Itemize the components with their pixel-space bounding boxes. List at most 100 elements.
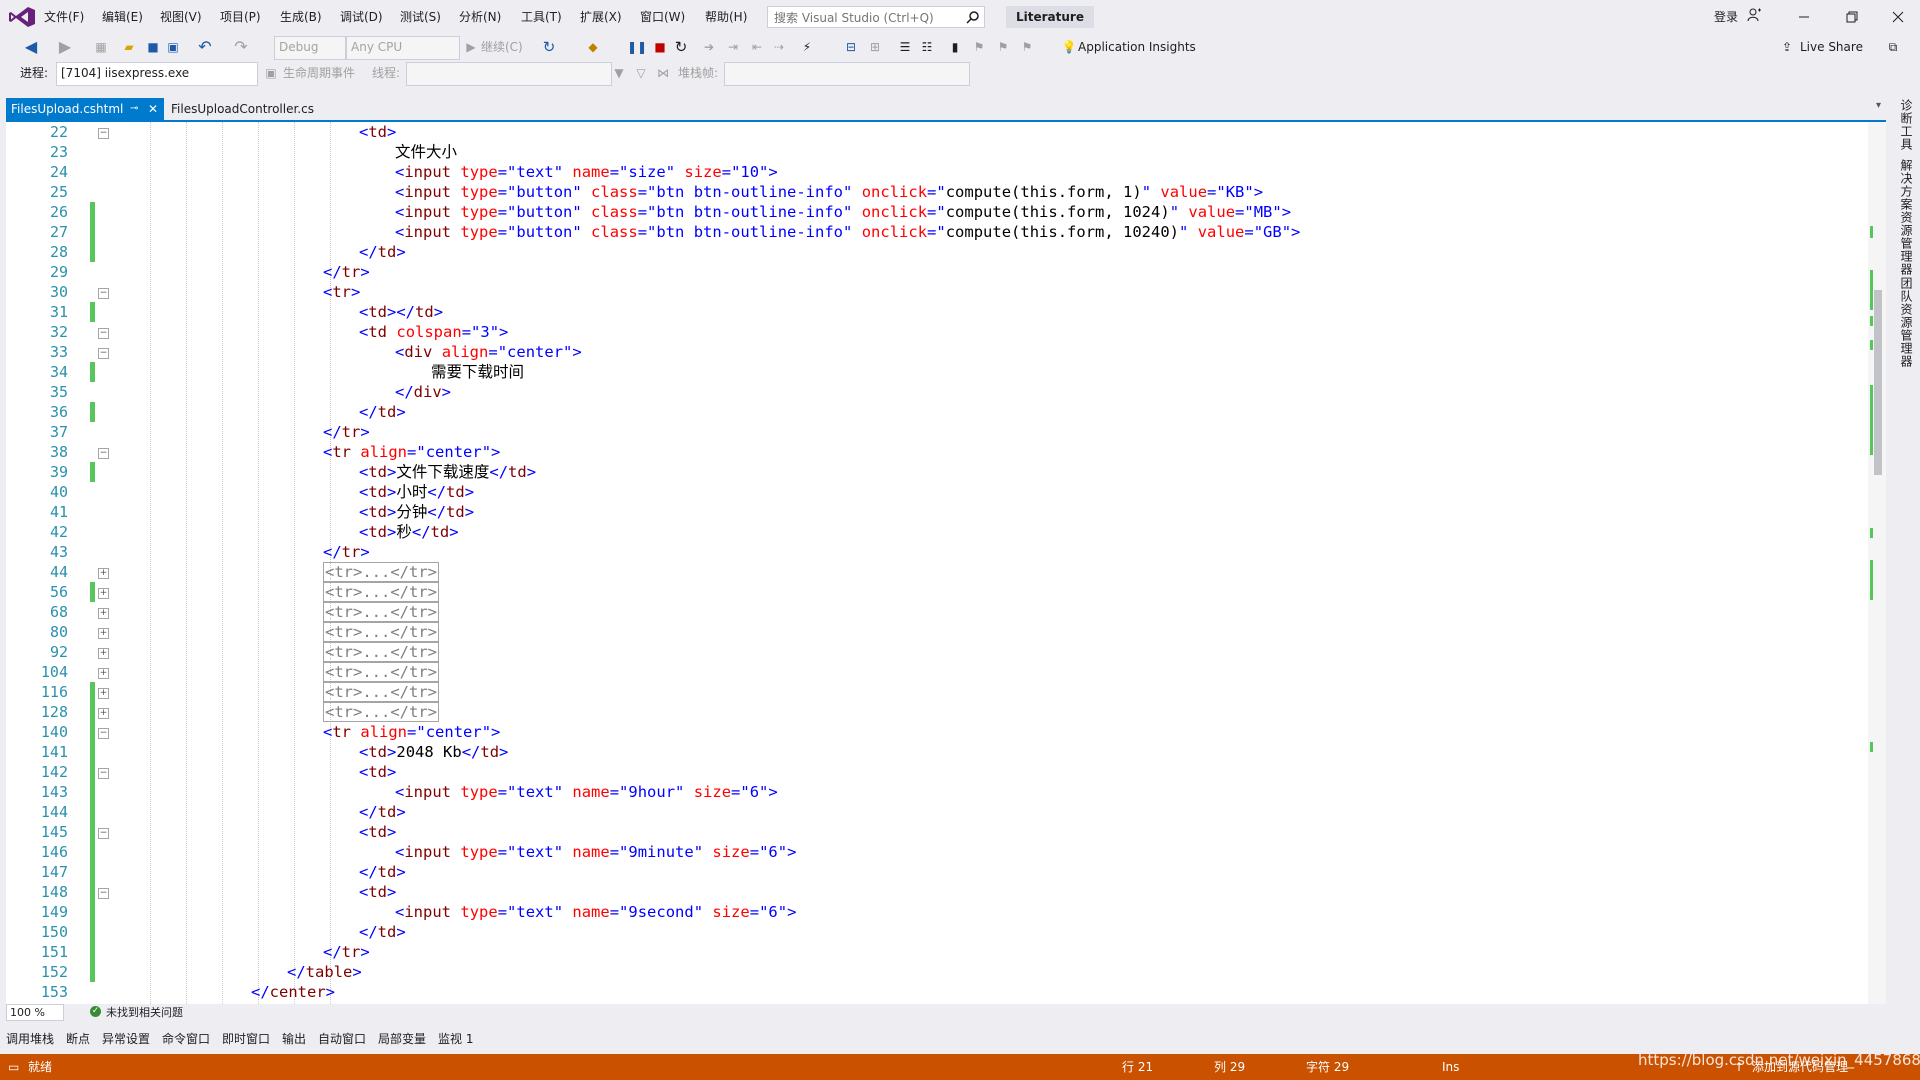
filter-threads-icon[interactable]: ▼ — [610, 64, 628, 82]
tab-exception-settings[interactable]: 异常设置 — [102, 1030, 150, 1048]
issues-status[interactable]: 未找到相关问题 — [106, 1005, 183, 1020]
continue-icon[interactable]: ▶ — [462, 38, 480, 56]
collapsed-region[interactable]: <tr>...</tr> — [323, 662, 439, 682]
continue-button[interactable]: 继续(C) — [481, 38, 523, 56]
pause-icon[interactable]: ❚❚ — [627, 38, 647, 56]
collapsed-region[interactable]: <tr>...</tr> — [323, 642, 439, 662]
fold-toggle[interactable]: − — [98, 768, 109, 779]
next-bookmark-icon[interactable]: ⚑ — [994, 38, 1012, 56]
collapsed-region[interactable]: <tr>...</tr> — [323, 622, 439, 642]
sign-in-link[interactable]: 登录 — [1714, 8, 1738, 25]
menu-file[interactable]: 文件(F) — [44, 9, 84, 25]
clear-bookmarks-icon[interactable]: ⚑ — [1018, 38, 1036, 56]
tab-team-explorer[interactable]: 团队资源管理器 — [1898, 277, 1915, 368]
code-editor[interactable]: 22 23 24 25 26 27 28 29 30 31 32 33 34 35 36 37 38 39 40 41… — [6, 122, 1868, 1004]
outdent-icon[interactable]: ☷ — [918, 38, 936, 56]
stop-icon[interactable]: ■ — [651, 38, 669, 56]
menu-project[interactable]: 项目(P) — [220, 9, 261, 25]
fold-toggle[interactable]: − — [98, 448, 109, 459]
restart-icon[interactable]: ↻ — [672, 38, 690, 56]
tab-autos[interactable]: 自动窗口 — [318, 1030, 366, 1048]
user-icon[interactable] — [1746, 7, 1762, 23]
new-project-icon[interactable]: ▦ — [92, 38, 110, 56]
pin-icon[interactable]: ⊸ — [130, 98, 138, 120]
status-line[interactable]: 行 21 — [1122, 1059, 1153, 1075]
indent-icon[interactable]: ☰ — [896, 38, 914, 56]
status-ins[interactable]: Ins — [1442, 1059, 1459, 1075]
fold-toggle[interactable]: + — [98, 628, 109, 639]
tab-solution-explorer[interactable]: 解决方案资源管理器 — [1898, 159, 1915, 276]
menu-edit[interactable]: 编辑(E) — [102, 9, 143, 25]
fold-toggle[interactable]: − — [98, 728, 109, 739]
restore-button[interactable] — [1832, 4, 1872, 30]
close-window-button[interactable] — [1878, 4, 1918, 30]
menu-help[interactable]: 帮助(H) — [705, 9, 747, 25]
fold-toggle[interactable]: + — [98, 708, 109, 719]
collapsed-region[interactable]: <tr>...</tr> — [323, 562, 439, 582]
collapsed-region[interactable]: <tr>...</tr> — [323, 582, 439, 602]
tab-immediate-window[interactable]: 即时窗口 — [222, 1030, 270, 1048]
step-over-icon[interactable]: ⇥ — [724, 38, 742, 56]
open-file-icon[interactable]: ▰ — [120, 38, 138, 56]
zoom-select[interactable]: 100 % — [6, 1004, 64, 1021]
comment-icon[interactable]: ⊞ — [866, 38, 884, 56]
find-in-files-icon[interactable]: ⊟ — [842, 38, 860, 56]
process-select[interactable]: [7104] iisexpress.exe — [56, 62, 258, 86]
collapsed-region[interactable]: <tr>...</tr> — [323, 602, 439, 622]
fold-toggle[interactable]: + — [98, 588, 109, 599]
search-input[interactable] — [768, 8, 964, 28]
fold-toggle[interactable]: − — [98, 128, 109, 139]
flag-threads-icon[interactable]: ▽ — [632, 64, 650, 82]
tab-breakpoints[interactable]: 断点 — [66, 1030, 90, 1048]
undo-icon[interactable]: ↶ — [196, 38, 214, 56]
tab-overflow-icon[interactable]: ▾ — [1876, 100, 1881, 111]
menu-debug[interactable]: 调试(D) — [340, 9, 383, 25]
menu-extensions[interactable]: 扩展(X) — [580, 9, 622, 25]
navigate-forward-icon[interactable]: ▶ — [56, 38, 74, 56]
bookmark-icon[interactable]: ▮ — [946, 38, 964, 56]
tab-watch-1[interactable]: 监视 1 — [438, 1030, 473, 1048]
fold-toggle[interactable]: + — [98, 608, 109, 619]
show-threads-icon[interactable]: ⋈ — [654, 64, 672, 82]
fold-toggle[interactable]: − — [98, 888, 109, 899]
fold-toggle[interactable]: − — [98, 328, 109, 339]
save-icon[interactable]: ■ — [144, 38, 162, 56]
fold-toggle[interactable]: − — [98, 288, 109, 299]
scrollbar-thumb[interactable] — [1874, 290, 1882, 475]
menu-test[interactable]: 测试(S) — [400, 9, 441, 25]
fold-toggle[interactable]: + — [98, 568, 109, 579]
search-box[interactable] — [767, 6, 985, 28]
prev-bookmark-icon[interactable]: ⚑ — [970, 38, 988, 56]
tab-filesuploadcontroller-cs[interactable]: FilesUploadController.cs — [168, 98, 314, 120]
minimize-button[interactable] — [1784, 4, 1824, 30]
menu-build[interactable]: 生成(B) — [280, 9, 322, 25]
menu-analyze[interactable]: 分析(N) — [459, 9, 501, 25]
close-tab-icon[interactable]: ✕ — [148, 98, 158, 120]
step-into-icon[interactable]: ➔ — [700, 38, 718, 56]
fold-toggle[interactable]: + — [98, 648, 109, 659]
browser-link-icon[interactable]: ◆ — [584, 38, 602, 56]
lifecycle-events-button[interactable]: 生命周期事件 — [283, 64, 355, 82]
tab-filesupload-cshtml[interactable]: FilesUpload.cshtml ⊸ ✕ — [6, 98, 164, 120]
collapsed-region[interactable]: <tr>...</tr> — [323, 702, 439, 722]
menu-tools[interactable]: 工具(T) — [521, 9, 562, 25]
live-share-button[interactable]: Live Share — [1800, 38, 1863, 56]
navigate-back-icon[interactable]: ◀ — [22, 38, 40, 56]
tab-output[interactable]: 输出 — [282, 1030, 306, 1048]
step-out-icon[interactable]: ⇤ — [748, 38, 766, 56]
fold-toggle[interactable]: + — [98, 668, 109, 679]
tab-diagnostic-tools[interactable]: 诊断工具 — [1898, 99, 1915, 151]
fold-toggle[interactable]: − — [98, 828, 109, 839]
menu-window[interactable]: 窗口(W) — [640, 9, 685, 25]
tab-command-window[interactable]: 命令窗口 — [162, 1030, 210, 1048]
show-next-statement-icon[interactable]: ⇢ — [770, 38, 788, 56]
tab-call-stack[interactable]: 调用堆栈 — [6, 1030, 54, 1048]
stackframe-select[interactable] — [724, 62, 970, 86]
redo-icon[interactable]: ↷ — [232, 38, 250, 56]
feedback-icon[interactable]: ⧉ — [1884, 38, 1902, 56]
app-insights-button[interactable]: Application Insights — [1078, 38, 1196, 56]
status-char[interactable]: 字符 29 — [1306, 1059, 1349, 1075]
save-all-icon[interactable]: ▣ — [164, 38, 182, 56]
refresh-icon[interactable]: ↻ — [540, 38, 558, 56]
solution-config-select[interactable]: Debug — [274, 36, 346, 60]
